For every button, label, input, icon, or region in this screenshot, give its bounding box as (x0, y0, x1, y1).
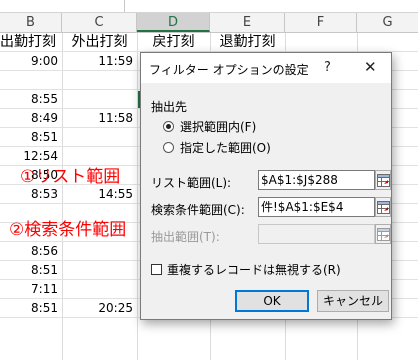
cell-c[interactable] (62, 242, 137, 261)
radio-selected-icon[interactable] (163, 121, 174, 132)
extract-range-collapse-button[interactable] (375, 224, 391, 244)
dialog-title: フィルター オプションの設定 (149, 63, 309, 77)
cancel-button[interactable]: キャンセル (317, 290, 389, 312)
radio-filter-in-place-label: 選択範囲内(F) (180, 120, 257, 134)
cell-c[interactable] (62, 128, 137, 147)
formula-bar-strip (0, 0, 418, 13)
extract-range-label: 抽出範囲(T): (151, 230, 220, 244)
radio-filter-in-place[interactable]: 選択範囲内(F) (163, 119, 256, 135)
header-cell-e[interactable]: 退勤打刻 (210, 33, 285, 52)
list-range-label: リスト範囲(L): (151, 176, 232, 190)
unique-records-checkbox[interactable]: 重複するレコードは無視する(R) (151, 263, 341, 277)
cell-b[interactable]: 8:51 (0, 128, 62, 147)
column-header-g[interactable]: G (357, 13, 418, 32)
criteria-range-collapse-button[interactable] (375, 197, 391, 217)
cell-b[interactable]: 8:51 (0, 299, 62, 318)
header-cell-b[interactable]: 出勤打刻 (0, 33, 62, 52)
cell-b[interactable]: 8:55 (0, 90, 62, 109)
header-row: 出勤打刻 外出打刻 戻打刻 退勤打刻 (0, 33, 418, 52)
cell-c[interactable]: 11:59 (62, 52, 137, 71)
range-select-icon (377, 174, 390, 187)
checkbox-unchecked-icon[interactable] (151, 264, 162, 275)
ok-button[interactable]: OK (235, 290, 309, 312)
list-range-input[interactable]: $A$1:$J$288 (258, 170, 375, 190)
header-cell-d[interactable]: 戻打刻 (137, 33, 210, 52)
advanced-filter-dialog: フィルター オプションの設定 ? ✕ 抽出先 選択範囲内(F) 指定した範囲(O… (140, 52, 392, 320)
cell-b[interactable]: 8:56 (0, 242, 62, 261)
range-select-icon (377, 201, 390, 214)
cell-b[interactable]: 9:00 (0, 52, 62, 71)
column-header-d[interactable]: D (137, 13, 210, 32)
cell-b[interactable]: 8:51 (0, 261, 62, 280)
cell-c[interactable]: 11:58 (62, 109, 137, 128)
criteria-range-label: 検索条件範囲(C): (151, 203, 245, 217)
column-header-c[interactable]: C (62, 13, 137, 32)
unique-records-label: 重複するレコードは無視する(R) (167, 263, 341, 277)
dialog-titlebar[interactable]: フィルター オプションの設定 ? ✕ (141, 53, 391, 83)
cell-b[interactable]: 8:53 (0, 185, 62, 204)
cell-b[interactable]: 7:11 (0, 280, 62, 299)
cell-c[interactable] (62, 90, 137, 109)
column-header-row: B C D E F G (0, 13, 418, 33)
range-select-icon (377, 228, 390, 241)
radio-unselected-icon[interactable] (163, 142, 174, 153)
annotation-list-range: ①リスト範囲 (20, 167, 121, 187)
radio-copy-to-location[interactable]: 指定した範囲(O) (163, 140, 271, 156)
cell-b[interactable] (0, 71, 62, 90)
cell-c[interactable]: 14:55 (62, 185, 137, 204)
cell-c[interactable] (62, 71, 137, 90)
close-icon[interactable]: ✕ (364, 58, 377, 76)
cell-c[interactable] (62, 261, 137, 280)
criteria-range-input[interactable]: 件!$A$1:$E$4 (258, 197, 375, 217)
cell-b[interactable]: 8:49 (0, 109, 62, 128)
annotation-criteria-range: ②検索条件範囲 (9, 220, 127, 240)
extract-range-input[interactable] (258, 224, 375, 244)
radio-copy-to-label: 指定した範囲(O) (180, 141, 271, 155)
column-header-f[interactable]: F (285, 13, 357, 32)
cell-c[interactable]: 20:25 (62, 299, 137, 318)
help-icon[interactable]: ? (324, 60, 331, 75)
cell-c[interactable] (62, 280, 137, 299)
header-cell-c[interactable]: 外出打刻 (62, 33, 137, 52)
formula-bar-divider (124, 0, 125, 12)
action-group-label: 抽出先 (151, 100, 188, 114)
column-header-e[interactable]: E (210, 13, 285, 32)
column-header-b[interactable]: B (0, 13, 62, 32)
list-range-collapse-button[interactable] (375, 170, 391, 190)
